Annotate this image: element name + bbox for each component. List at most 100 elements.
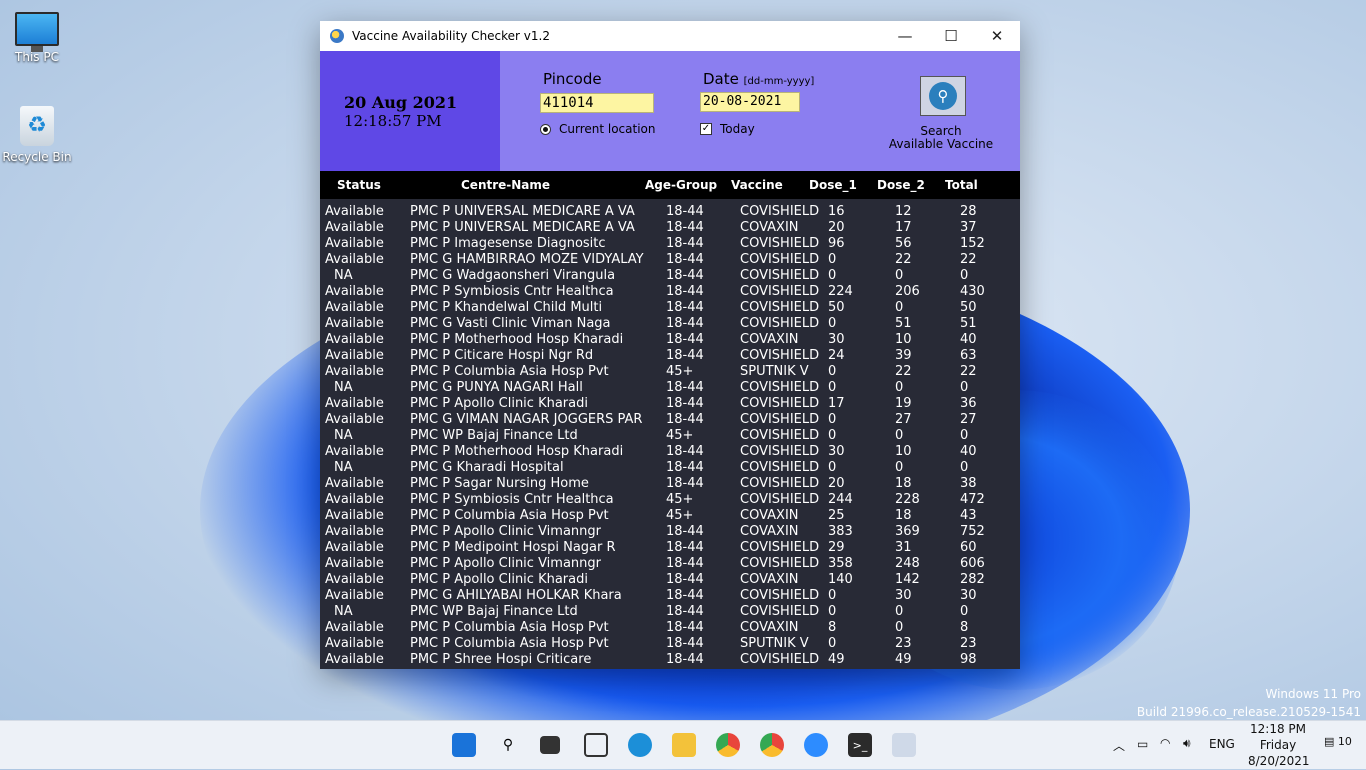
clock[interactable]: 12:18 PM Friday 8/20/2021	[1248, 721, 1310, 769]
cell-total: 0	[960, 428, 969, 443]
app-icon	[330, 29, 344, 43]
table-row: Available PMC P Symbiosis Cntr Healthca 45…	[320, 492, 1020, 508]
cell-age-group: 18-44	[666, 396, 704, 411]
notification-icon: ▤	[1324, 735, 1335, 748]
cell-total: 36	[960, 396, 977, 411]
search-button[interactable]: ⚲	[920, 76, 966, 116]
col-status: Status	[337, 178, 381, 192]
cell-age-group: 18-44	[666, 300, 704, 315]
cell-dose2: 142	[895, 572, 920, 587]
start-icon[interactable]	[452, 733, 476, 757]
desktop-icon-recycle-bin[interactable]: ♻ Recycle Bin	[0, 106, 77, 164]
table-row: Available PMC G Vasti Clinic Viman Naga 18…	[320, 316, 1020, 332]
cell-vaccine: COVISHIELD	[740, 252, 820, 267]
cell-dose2: 17	[895, 220, 912, 235]
chrome-icon[interactable]	[716, 733, 740, 757]
cell-centre-name: PMC P Apollo Clinic Vimanngr	[410, 556, 602, 571]
close-button[interactable]: ✕	[974, 21, 1020, 51]
table-row: Available PMC P Shree Hospi Criticare 18-4…	[320, 652, 1020, 668]
title-bar[interactable]: Vaccine Availability Checker v1.2 — ☐ ✕	[320, 21, 1020, 51]
today-label: Today	[720, 122, 755, 136]
minimize-button[interactable]: —	[882, 21, 928, 51]
cell-total: 472	[960, 492, 985, 507]
zoom-icon[interactable]	[804, 733, 828, 757]
cell-centre-name: PMC P Shree Hospi Criticare	[410, 652, 592, 667]
col-dose1: Dose_1	[809, 178, 857, 192]
table-row: Available PMC P Columbia Asia Hosp Pvt 45+…	[320, 508, 1020, 524]
cell-age-group: 18-44	[666, 380, 704, 395]
cell-status: Available	[325, 252, 384, 267]
file-explorer-icon[interactable]	[672, 733, 696, 757]
cell-dose1: 17	[828, 396, 845, 411]
cell-centre-name: PMC G Vasti Clinic Viman Naga	[410, 316, 611, 331]
date-input[interactable]: 20-08-2021	[700, 92, 800, 112]
maximize-button[interactable]: ☐	[928, 21, 974, 51]
cell-dose1: 244	[828, 492, 853, 507]
cell-dose2: 369	[895, 524, 920, 539]
results-table: Available PMC P UNIVERSAL MEDICARE A VA 18…	[320, 204, 1020, 668]
today-checkbox[interactable]: ✓ Today	[700, 122, 755, 136]
table-row: Available PMC P Apollo Clinic Vimanngr 18-…	[320, 524, 1020, 540]
task-view-icon[interactable]	[540, 736, 560, 754]
cell-age-group: 18-44	[666, 540, 704, 555]
wifi-icon[interactable]: ◠	[1160, 736, 1170, 750]
cell-dose2: 22	[895, 252, 912, 267]
cell-vaccine: COVAXIN	[740, 572, 799, 587]
cell-age-group: 18-44	[666, 348, 704, 363]
widgets-icon[interactable]	[584, 733, 608, 757]
table-row: Available PMC G AHILYABAI HOLKAR Khara 18-…	[320, 588, 1020, 604]
table-row: Available PMC G HAMBIRRAO MOZE VIDYALAY 18…	[320, 252, 1020, 268]
cell-dose2: 51	[895, 316, 912, 331]
cell-vaccine: COVISHIELD	[740, 604, 820, 619]
cell-total: 63	[960, 348, 977, 363]
cell-centre-name: PMC G VIMAN NAGAR JOGGERS PAR	[410, 412, 643, 427]
chevron-up-icon[interactable]: ︿	[1113, 737, 1125, 754]
search-icon[interactable]: ⚲	[496, 733, 520, 757]
cell-dose1: 29	[828, 540, 845, 555]
desktop-icon-this-pc[interactable]: This PC	[0, 12, 77, 64]
cell-status: Available	[325, 636, 384, 651]
table-row: Available PMC P Citicare Hospi Ngr Rd 18-4…	[320, 348, 1020, 364]
cell-centre-name: PMC P Columbia Asia Hosp Pvt	[410, 620, 609, 635]
table-row: Available PMC P Symbiosis Cntr Healthca 18…	[320, 284, 1020, 300]
terminal-icon[interactable]: >_	[848, 733, 872, 757]
current-location-radio[interactable]: Current location	[540, 122, 656, 136]
os-watermark-build: Build 21996.co_release.210529-1541	[1136, 705, 1361, 719]
cell-status: Available	[325, 300, 384, 315]
network-icon[interactable]: ▭	[1137, 737, 1148, 751]
cell-vaccine: COVAXIN	[740, 220, 799, 235]
pincode-input[interactable]: 411014	[540, 93, 654, 113]
table-row: Available PMC P Imagesense Diagnositc 18-4…	[320, 236, 1020, 252]
cell-status: Available	[325, 556, 384, 571]
cell-total: 98	[960, 652, 977, 667]
language-indicator[interactable]: ENG	[1209, 737, 1235, 751]
cell-dose2: 39	[895, 348, 912, 363]
cell-centre-name: PMC G HAMBIRRAO MOZE VIDYALAY	[410, 252, 644, 267]
cell-dose1: 8	[828, 620, 837, 635]
cell-vaccine: SPUTNIK V	[740, 636, 809, 651]
cell-age-group: 18-44	[666, 636, 704, 651]
cell-vaccine: COVAXIN	[740, 620, 799, 635]
cell-dose1: 96	[828, 236, 845, 251]
cell-total: 60	[960, 540, 977, 555]
cell-centre-name: PMC P Motherhood Hosp Kharadi	[410, 332, 624, 347]
cell-status: Available	[325, 444, 384, 459]
cell-dose2: 49	[895, 652, 912, 667]
table-row: Available PMC P Columbia Asia Hosp Pvt 45+…	[320, 364, 1020, 380]
cell-dose2: 23	[895, 636, 912, 651]
cell-dose1: 0	[828, 636, 837, 651]
python-icon[interactable]	[892, 733, 916, 757]
chrome-alt-icon[interactable]	[760, 733, 784, 757]
cell-centre-name: PMC G PUNYA NAGARI Hall	[410, 380, 583, 395]
edge-icon[interactable]	[628, 733, 652, 757]
volume-icon[interactable]: 🔊︎	[1183, 736, 1191, 751]
cell-total: 22	[960, 364, 977, 379]
cell-vaccine: COVISHIELD	[740, 444, 820, 459]
notification-button[interactable]: ▤ 10	[1324, 735, 1352, 748]
cell-centre-name: PMC P Columbia Asia Hosp Pvt	[410, 636, 609, 651]
cell-status: Available	[325, 492, 384, 507]
cell-dose2: 56	[895, 236, 912, 251]
cell-dose1: 358	[828, 556, 853, 571]
taskbar: ⚲ >_ ︿ ▭ ◠ 🔊︎ ENG 12:18 PM Friday 8/20/2…	[0, 720, 1366, 769]
cell-dose2: 228	[895, 492, 920, 507]
